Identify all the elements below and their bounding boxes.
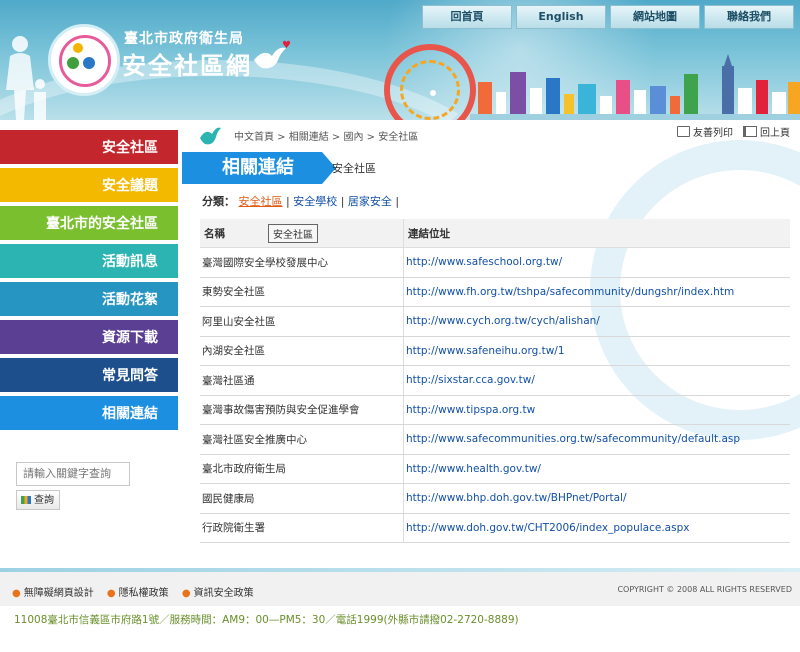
footer-link-label: 資訊安全政策: [193, 588, 254, 599]
table-row: 阿里山安全社區 http://www.cych.org.tw/cych/alish…: [200, 306, 790, 337]
footer-links: ● 無障礙網頁設計 ● 隱私權政策 ● 資訊安全政策: [12, 584, 264, 599]
footer-link-privacy[interactable]: ● 隱私權政策: [107, 588, 169, 599]
tooltip: 安全社區: [268, 224, 318, 243]
category-filter: 分類： 安全社區 | 安全學校 | 居家安全 |: [202, 195, 400, 208]
print-button[interactable]: 友善列印: [677, 124, 733, 139]
bullet-icon: ●: [12, 588, 21, 599]
page-subtitle: 安全社區: [332, 162, 376, 175]
category-label: 分類：: [202, 195, 235, 208]
link-url[interactable]: http://www.safecommunities.org.tw/safeco…: [406, 433, 740, 445]
link-name: 臺灣國際安全學校發展中心: [200, 247, 404, 278]
search-button[interactable]: 查詢: [16, 490, 60, 510]
contact-address: 11008臺北市信義區市府路1號／服務時間：AM9：00—PM5：30／電話19…: [14, 614, 519, 626]
main-content: 中文首頁 > 相關連結 > 國內 > 安全社區 友善列印 回上頁 相關連結 安全…: [180, 120, 800, 568]
copyright: COPYRIGHT © 2008 ALL RIGHTS RESERVED: [617, 585, 792, 594]
printer-icon: [677, 126, 690, 137]
link-url[interactable]: http://sixstar.cca.gov.tw/: [406, 374, 535, 386]
link-url[interactable]: http://www.health.gov.tw/: [406, 463, 541, 475]
category-home-safety[interactable]: 居家安全: [348, 195, 392, 208]
back-button[interactable]: 回上頁: [743, 124, 790, 139]
footer-link-label: 隱私權政策: [118, 588, 169, 599]
page-title: 相關連結: [182, 152, 336, 184]
footer-link-label: 無障礙網頁設計: [23, 588, 94, 599]
city-skyline-icon: [470, 54, 800, 120]
link-url[interactable]: http://www.safeneihu.org.tw/1: [406, 345, 565, 357]
link-name: 國民健康局: [200, 483, 404, 514]
link-name: 行政院衛生署: [200, 513, 404, 543]
english-link[interactable]: English: [516, 5, 606, 29]
table-row: 臺灣事故傷害預防與安全促進學會 http://www.tipspa.org.tw: [200, 395, 790, 425]
table-row: 行政院衛生署 http://www.doh.gov.tw/CHT2006/inde…: [200, 513, 790, 543]
link-name: 臺灣社區通: [200, 365, 404, 396]
search-icon: [21, 496, 31, 504]
link-name: 東勢安全社區: [200, 277, 404, 307]
table-row: 臺灣社區通 http://sixstar.cca.gov.tw/: [200, 365, 790, 396]
family-silhouette-icon: [6, 36, 46, 120]
link-name: 阿里山安全社區: [200, 306, 404, 337]
links-table: 名稱 連結位址 臺灣國際安全學校發展中心 http://www.safeschoo…: [200, 219, 790, 543]
bird-icon: [200, 127, 221, 145]
link-url[interactable]: http://www.doh.gov.tw/CHT2006/index_popu…: [406, 522, 689, 534]
home-link[interactable]: 回首頁: [422, 5, 512, 29]
link-url[interactable]: http://www.tipspa.org.tw: [406, 404, 535, 416]
table-row: 臺灣國際安全學校發展中心 http://www.safeschool.org.tw…: [200, 247, 790, 278]
org-name: 臺北市政府衛生局: [124, 31, 244, 47]
link-name: 臺灣社區安全推廣中心: [200, 424, 404, 455]
health-bureau-seal-icon[interactable]: [48, 24, 120, 96]
bullet-icon: ●: [181, 588, 191, 599]
category-safe-school[interactable]: 安全學校: [293, 195, 337, 208]
link-url[interactable]: http://www.safeschool.org.tw/: [406, 256, 562, 268]
table-row: 國民健康局 http://www.bhp.doh.gov.tw/BHPnet/Po…: [200, 483, 790, 514]
site-footer: ● 無障礙網頁設計 ● 隱私權政策 ● 資訊安全政策 COPYRIGHT © 2008…: [0, 572, 800, 606]
menu-taipei-safe-communities[interactable]: 臺北市的安全社區: [0, 206, 178, 242]
table-row: 東勢安全社區 http://www.fh.org.tw/tshpa/safecom…: [200, 277, 790, 307]
link-url[interactable]: http://www.bhp.doh.gov.tw/BHPnet/Portal/: [406, 492, 627, 504]
footer-link-accessibility[interactable]: ● 無障礙網頁設計: [12, 588, 94, 599]
table-row: 臺北市政府衛生局 http://www.health.gov.tw/: [200, 454, 790, 484]
link-name: 臺北市政府衛生局: [200, 454, 404, 484]
menu-safety-issues[interactable]: 安全議題: [0, 168, 178, 204]
link-url[interactable]: http://www.fh.org.tw/tshpa/safecommunity…: [406, 286, 734, 298]
print-label: 友善列印: [693, 128, 733, 139]
category-safe-community[interactable]: 安全社區: [239, 195, 283, 208]
link-name: 臺灣事故傷害預防與安全促進學會: [200, 395, 404, 425]
page-tools: 友善列印 回上頁: [677, 124, 790, 139]
link-url[interactable]: http://www.cych.org.tw/cych/alishan/: [406, 315, 600, 327]
table-row: 臺灣社區安全推廣中心 http://www.safecommunities.org…: [200, 424, 790, 455]
menu-safe-community[interactable]: 安全社區: [0, 130, 178, 166]
back-label: 回上頁: [760, 128, 790, 139]
menu-event-photos[interactable]: 活動花絮: [0, 282, 178, 318]
search-button-label: 查詢: [34, 495, 54, 506]
column-header-url: 連結位址: [403, 219, 790, 248]
footer-link-security[interactable]: ● 資訊安全政策: [182, 588, 254, 599]
bullet-icon: ●: [106, 588, 116, 599]
site-header: 臺北市政府衛生局 安全社區網 ♥ 回首頁 English 網站地圖 聯絡我們: [0, 0, 800, 120]
menu-faq[interactable]: 常見問答: [0, 358, 178, 394]
menu-event-news[interactable]: 活動訊息: [0, 244, 178, 280]
link-name: 內湖安全社區: [200, 336, 404, 366]
top-nav: 回首頁 English 網站地圖 聯絡我們: [422, 5, 794, 29]
menu-downloads[interactable]: 資源下載: [0, 320, 178, 356]
back-icon: [743, 126, 757, 137]
site-name[interactable]: 安全社區網: [122, 46, 252, 81]
sitemap-link[interactable]: 網站地圖: [610, 5, 700, 29]
contact-link[interactable]: 聯絡我們: [704, 5, 794, 29]
menu-related-links[interactable]: 相關連結: [0, 396, 178, 432]
table-row: 內湖安全社區 http://www.safeneihu.org.tw/1: [200, 336, 790, 366]
breadcrumb[interactable]: 中文首頁 > 相關連結 > 國內 > 安全社區: [234, 128, 418, 143]
keyword-search-input[interactable]: [16, 462, 130, 486]
heart-icon: ♥: [282, 40, 291, 51]
